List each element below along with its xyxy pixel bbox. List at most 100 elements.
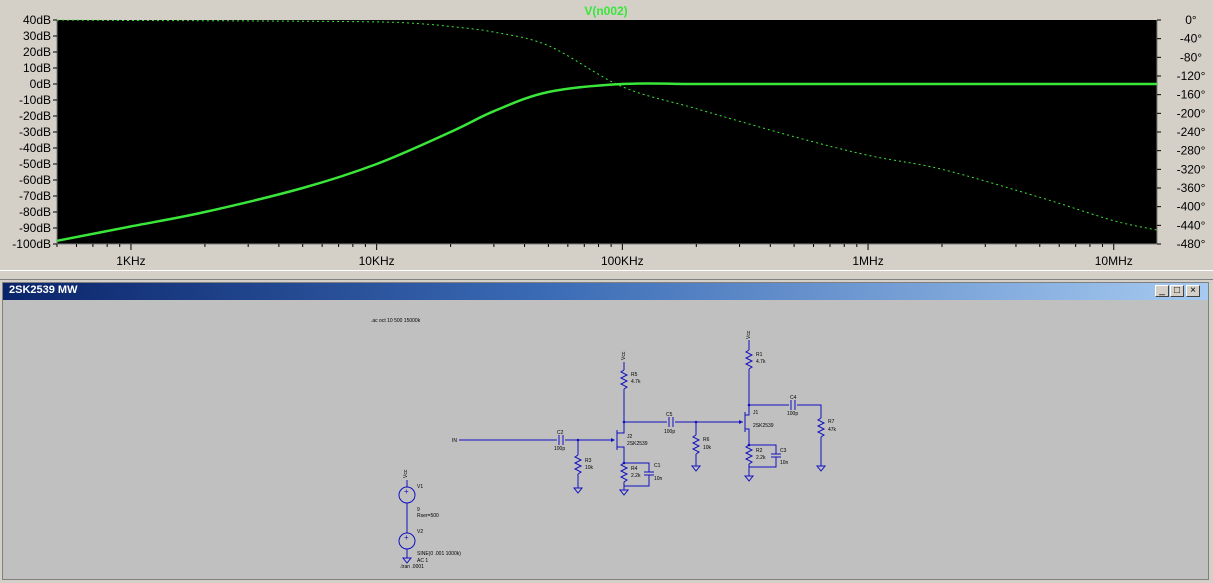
x-tick-label: 100KHz xyxy=(601,254,644,268)
r2-label[interactable]: R2 xyxy=(756,448,763,454)
right-tick-label: -200° xyxy=(1177,106,1206,120)
left-tick-label: -90dB xyxy=(19,221,51,235)
trace-title[interactable]: V(n002) xyxy=(584,4,627,18)
r5-resistor xyxy=(619,369,629,390)
r2-value: 2.2k xyxy=(756,455,766,461)
r1-resistor xyxy=(744,349,754,370)
r7-label[interactable]: R7 xyxy=(828,419,835,425)
right-tick-label: -240° xyxy=(1177,125,1206,139)
schematic-canvas[interactable]: .ac oct 10 500 15000k IN C2 100p R3 10k … xyxy=(3,300,1208,579)
right-tick-label: -40° xyxy=(1180,32,1202,46)
left-tick-label: -70dB xyxy=(19,189,51,203)
left-tick-label: -60dB xyxy=(19,173,51,187)
gnd-j2 xyxy=(618,489,630,496)
c5-value: 100p xyxy=(664,429,675,435)
x-tick-label: 1KHz xyxy=(116,254,145,268)
r1-label[interactable]: R1 xyxy=(756,352,763,358)
r2-resistor xyxy=(744,444,754,465)
c1-label[interactable]: C1 xyxy=(654,463,661,469)
right-tick-label: 0° xyxy=(1185,13,1197,27)
ac-directive[interactable]: .ac oct 10 500 15000k xyxy=(371,318,421,324)
c2-label[interactable]: C2 xyxy=(557,430,564,436)
left-axis: 40dB 30dB 20dB 10dB 0dB -10dB -20dB -30dB -40dB -… xyxy=(12,13,57,251)
v2-value: SINE(0 .001 1000k) xyxy=(417,551,461,557)
v2-plus: + xyxy=(404,533,409,542)
r6-label[interactable]: R6 xyxy=(703,437,710,443)
r3-resistor xyxy=(573,454,583,475)
c3-label[interactable]: C3 xyxy=(780,448,787,454)
x-tick-label: 10KHz xyxy=(359,254,395,268)
r5-label[interactable]: R5 xyxy=(631,372,638,378)
right-tick-label: -480° xyxy=(1177,237,1206,251)
tran-directive[interactable]: .tran .0001 xyxy=(400,564,424,570)
right-tick-label: -320° xyxy=(1177,162,1206,176)
gnd-r6 xyxy=(690,465,702,472)
gnd-r7 xyxy=(815,465,827,472)
schematic-window[interactable]: 2SK2539 MW _ □ × .ac oct 10 500 15000k I… xyxy=(2,282,1209,580)
wire-c3-loop xyxy=(749,444,777,454)
right-tick-label: -440° xyxy=(1177,218,1206,232)
c5-label[interactable]: C5 xyxy=(666,412,673,418)
j1-label[interactable]: J1 xyxy=(753,410,759,416)
j2-label[interactable]: J2 xyxy=(627,434,633,440)
j1-drain xyxy=(745,412,750,416)
waveform-plot-window[interactable]: V(n002) 40dB 30dB 20dB 10dB 0dB -10dB -20dB -30… xyxy=(0,0,1213,270)
left-tick-label: -50dB xyxy=(19,157,51,171)
input-label[interactable]: IN xyxy=(452,438,457,444)
j2-model: 2SK2539 xyxy=(627,441,648,447)
r3-value: 10k xyxy=(585,465,594,471)
r4-label[interactable]: R4 xyxy=(631,466,638,472)
r5-value: 4.7k xyxy=(631,379,641,385)
c1-value: 10n xyxy=(654,476,663,482)
left-tick-label: -40dB xyxy=(19,141,51,155)
wire-c4-r7 xyxy=(797,404,822,418)
v1-rser: Rser=500 xyxy=(417,513,439,519)
close-button[interactable]: × xyxy=(1186,285,1200,297)
r1-value: 4.7k xyxy=(756,359,766,365)
x-tick-label: 10MHz xyxy=(1095,254,1133,268)
gnd-v2 xyxy=(401,557,413,564)
left-tick-label: 20dB xyxy=(23,45,51,59)
right-tick-label: -280° xyxy=(1177,144,1206,158)
maximize-button[interactable]: □ xyxy=(1170,285,1184,297)
right-tick-label: -120° xyxy=(1177,69,1206,83)
x-tick-label: 1MHz xyxy=(852,254,883,268)
c2-value: 100p xyxy=(554,446,565,452)
j1-source xyxy=(745,428,750,440)
left-tick-label: -100dB xyxy=(12,237,51,251)
gnd-r3 xyxy=(572,487,584,494)
v1-label[interactable]: V1 xyxy=(417,484,423,490)
left-tick-label: 30dB xyxy=(23,29,51,43)
left-tick-label: -80dB xyxy=(19,205,51,219)
j1-model: 2SK2539 xyxy=(753,423,774,429)
minimize-button[interactable]: _ xyxy=(1155,285,1169,297)
bode-plot[interactable]: V(n002) 40dB 30dB 20dB 10dB 0dB -10dB -20dB -30… xyxy=(0,0,1213,270)
r6-value: 10k xyxy=(703,445,712,451)
vcc-j1-label: Vcc xyxy=(746,330,752,339)
right-tick-label: -160° xyxy=(1177,88,1206,102)
r7-value: 47k xyxy=(828,427,837,433)
v1-plus: + xyxy=(404,487,409,496)
schematic-titlebar[interactable]: 2SK2539 MW _ □ × xyxy=(3,283,1208,300)
vcc-supply-label: Vcc xyxy=(403,469,409,478)
schematic-title: 2SK2539 MW xyxy=(9,284,78,296)
v2-label[interactable]: V2 xyxy=(417,529,423,535)
plot-area[interactable] xyxy=(57,20,1157,244)
r4-resistor xyxy=(619,462,629,483)
r3-label[interactable]: R3 xyxy=(585,458,592,464)
vcc-j2-label: Vcc xyxy=(621,351,627,360)
j2-arrow xyxy=(611,438,615,442)
window-splitter[interactable] xyxy=(0,270,1213,280)
left-tick-label: 40dB xyxy=(23,13,51,27)
j2-drain xyxy=(617,430,625,434)
right-tick-label: -400° xyxy=(1177,200,1206,214)
left-tick-label: -20dB xyxy=(19,109,51,123)
gnd-j1 xyxy=(743,475,755,482)
right-axis: 0° -40° -80° -120° -160° -200° -240° -280° -320°… xyxy=(1157,13,1206,251)
c4-value: 100p xyxy=(787,411,798,417)
j1-arrow xyxy=(739,420,743,424)
left-tick-label: 0dB xyxy=(30,77,51,91)
r7-resistor xyxy=(816,417,826,438)
c4-label[interactable]: C4 xyxy=(790,395,797,401)
r4-value: 2.2k xyxy=(631,473,641,479)
